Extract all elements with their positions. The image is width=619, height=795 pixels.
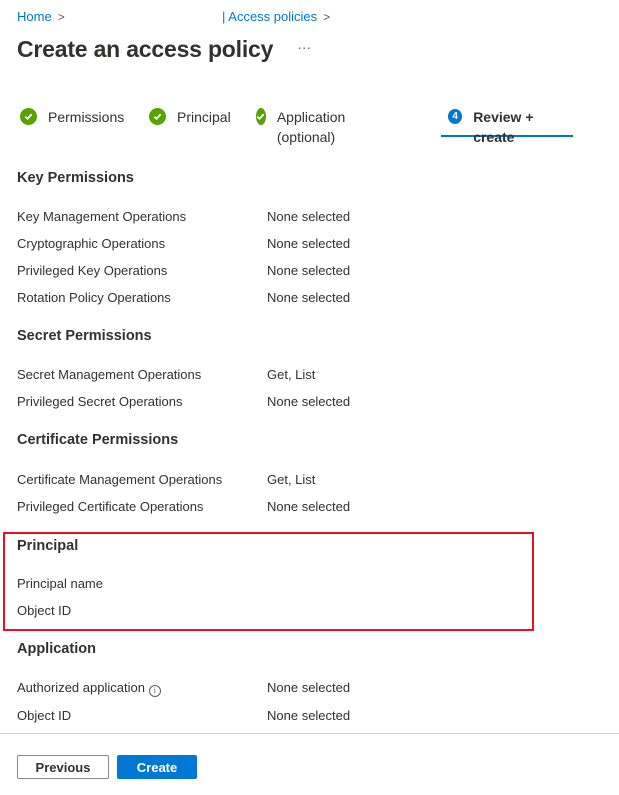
row-label: Principal name bbox=[17, 576, 103, 591]
breadcrumb-access-policies-link[interactable]: | Access policies > bbox=[222, 9, 330, 24]
row-label: Privileged Secret Operations bbox=[17, 394, 183, 409]
row-value: None selected bbox=[267, 236, 351, 251]
row-label: Object ID bbox=[17, 603, 72, 618]
row-value: None selected bbox=[267, 708, 351, 723]
row-value: None selected bbox=[267, 394, 351, 409]
section-heading-key-permissions: Key Permissions bbox=[17, 170, 134, 186]
section-heading-secret-permissions: Secret Permissions bbox=[17, 328, 152, 344]
section-heading-application: Application bbox=[17, 641, 96, 657]
check-circle-icon bbox=[20, 108, 37, 125]
row-value: None selected bbox=[267, 290, 351, 305]
row-label: Privileged Key Operations bbox=[17, 263, 168, 278]
info-icon[interactable]: i bbox=[148, 684, 161, 697]
chevron-right-icon: > bbox=[323, 10, 331, 24]
breadcrumb-home-label: Home bbox=[17, 9, 52, 24]
section-heading-certificate-permissions: Certificate Permissions bbox=[17, 432, 179, 448]
row-label-with-info: Authorized application i bbox=[17, 680, 161, 697]
row-label: Authorized application bbox=[17, 680, 145, 695]
row-value: None selected bbox=[267, 209, 351, 224]
footer-divider bbox=[0, 733, 619, 734]
previous-button[interactable]: Previous bbox=[17, 755, 109, 779]
section-heading-principal: Principal bbox=[17, 538, 79, 554]
row-value: Get, List bbox=[267, 472, 316, 487]
tab-application[interactable]: Application (optional) bbox=[256, 107, 353, 145]
row-label: Certificate Management Operations bbox=[17, 472, 223, 487]
row-label: Secret Management Operations bbox=[17, 367, 202, 382]
check-circle-icon bbox=[256, 108, 266, 125]
row-value: None selected bbox=[267, 680, 351, 695]
tab-label: Principal bbox=[177, 109, 231, 125]
create-button[interactable]: Create bbox=[117, 755, 197, 779]
row-label: Object ID bbox=[17, 708, 72, 723]
step-number-icon: 4 bbox=[448, 109, 463, 124]
row-label: Cryptographic Operations bbox=[17, 236, 166, 251]
breadcrumb-home-link[interactable]: Home > bbox=[17, 9, 65, 24]
tab-label: Review + create bbox=[473, 109, 534, 145]
row-value: Get, List bbox=[267, 367, 316, 382]
tab-review-create[interactable]: 4 Review + create bbox=[441, 107, 573, 145]
more-options-button[interactable]: ··· bbox=[297, 39, 311, 55]
breadcrumb: Home > | Access policies > bbox=[17, 9, 617, 27]
tab-label: Permissions bbox=[48, 109, 125, 125]
tab-label: Application (optional) bbox=[276, 109, 346, 145]
row-value: None selected bbox=[267, 499, 351, 514]
breadcrumb-access-policies-label: | Access policies bbox=[222, 9, 318, 24]
check-circle-icon bbox=[149, 108, 166, 125]
row-label: Rotation Policy Operations bbox=[17, 290, 171, 305]
row-label: Privileged Certificate Operations bbox=[17, 499, 204, 514]
row-label: Key Management Operations bbox=[17, 209, 187, 224]
row-value: None selected bbox=[267, 263, 351, 278]
title-row: Create an access policy ··· bbox=[17, 36, 311, 63]
tab-principal[interactable]: Principal bbox=[149, 107, 231, 137]
chevron-right-icon: > bbox=[57, 10, 65, 24]
page-title: Create an access policy bbox=[17, 36, 274, 62]
tab-permissions[interactable]: Permissions bbox=[20, 107, 124, 137]
